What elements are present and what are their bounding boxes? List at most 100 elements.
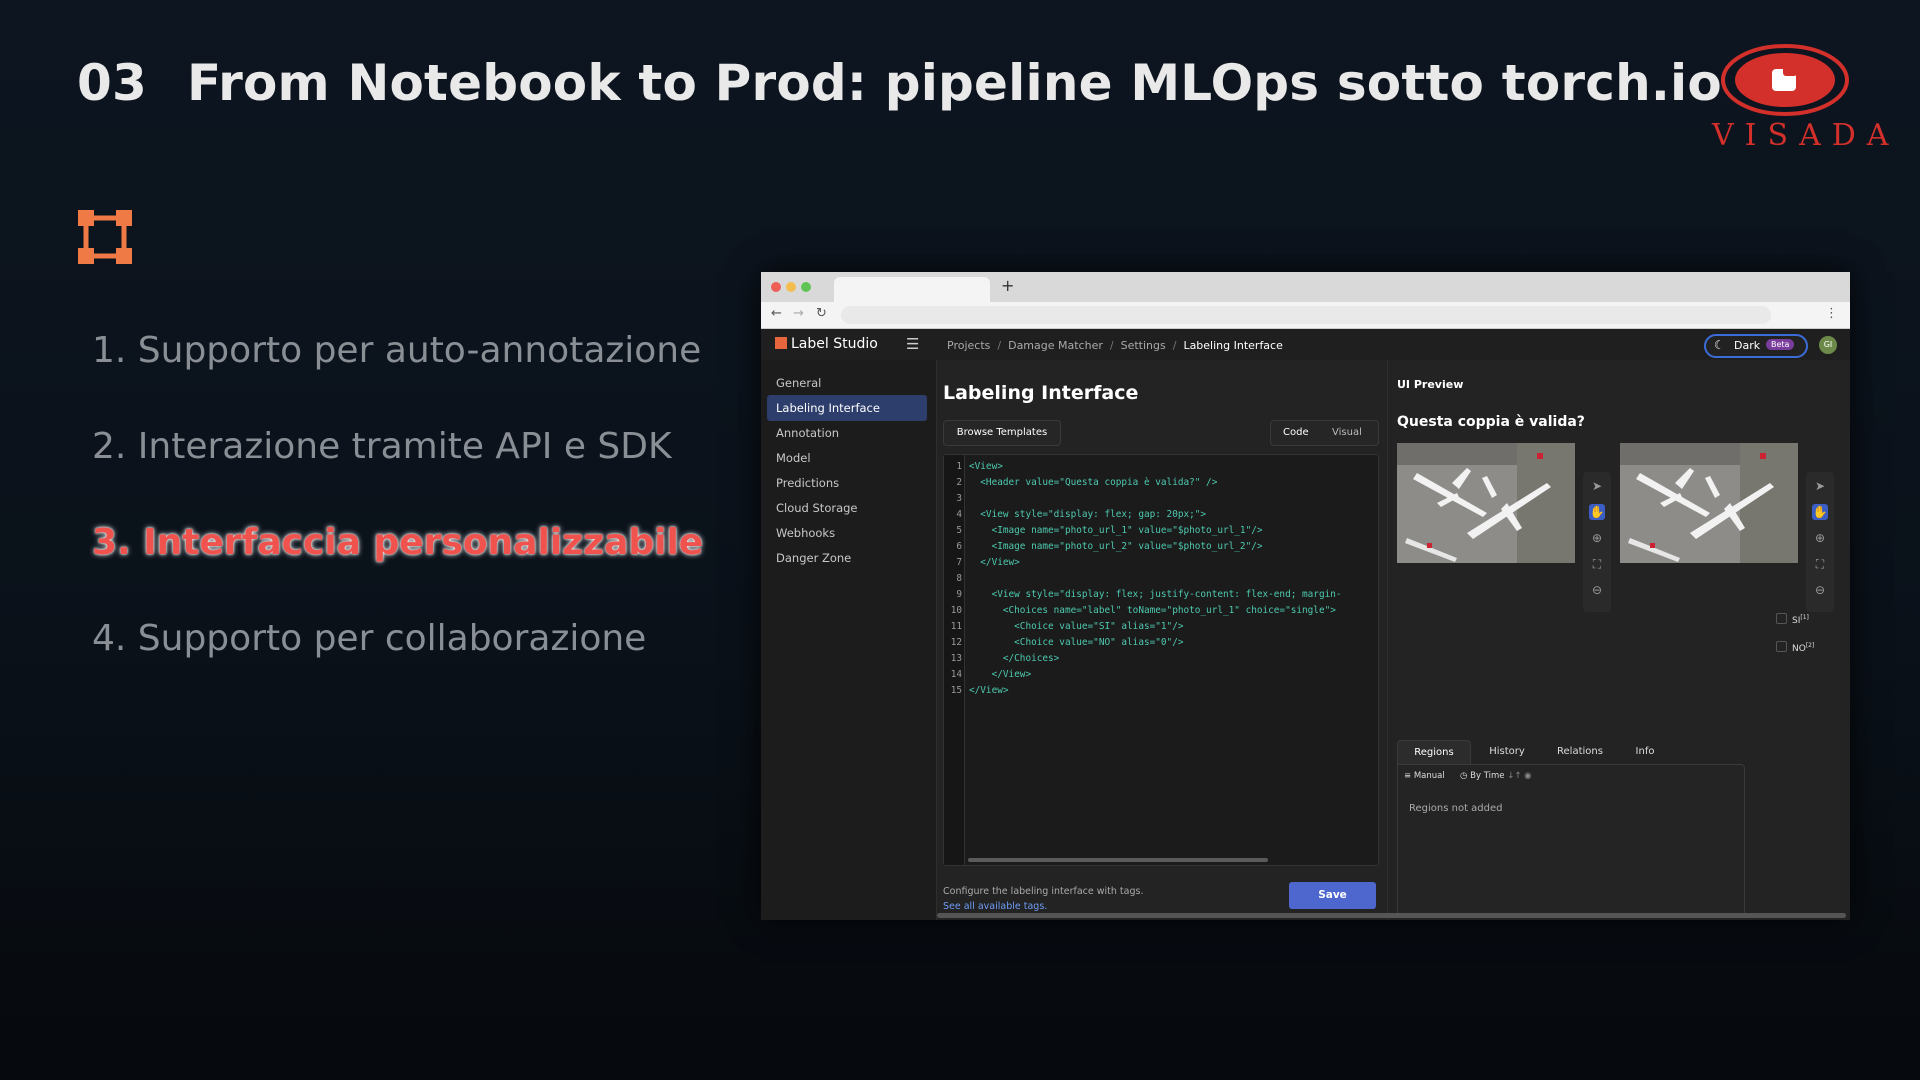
minimize-window-dot[interactable] bbox=[786, 282, 796, 292]
fit-screen-icon[interactable]: ⛶ bbox=[1589, 556, 1605, 572]
save-button[interactable]: Save bbox=[1289, 882, 1376, 909]
bullet-auto-annotation: 1. Supporto per auto-annotazione bbox=[92, 330, 702, 371]
regions-panel: ≡ Manual ◷ By Time ↓↑ ◉ Regions not adde… bbox=[1397, 764, 1745, 916]
zoom-in-icon[interactable]: ⊕ bbox=[1812, 530, 1828, 546]
menu-icon[interactable]: ☰ bbox=[906, 335, 919, 353]
clock-icon: ◷ bbox=[1460, 771, 1471, 781]
code-line: 8 bbox=[956, 573, 962, 584]
airport-image-1[interactable] bbox=[1397, 443, 1575, 563]
breadcrumb-projects[interactable]: Projects bbox=[947, 339, 990, 352]
code-line: 6 <Image name="photo_url_2" value="$phot… bbox=[956, 541, 1263, 552]
tab-code[interactable]: Code bbox=[1283, 421, 1309, 445]
new-tab-button[interactable]: + bbox=[1001, 276, 1014, 295]
pointer-icon[interactable]: ➤ bbox=[1812, 478, 1828, 494]
config-hint: Configure the labeling interface with ta… bbox=[943, 886, 1144, 897]
page-scrollbar[interactable] bbox=[937, 913, 1846, 918]
browser-tabbar: + bbox=[761, 272, 1850, 302]
filter-by-time[interactable]: ◷ By Time ↓↑ ◉ bbox=[1460, 771, 1532, 781]
label-studio-logo-icon bbox=[775, 337, 787, 349]
forward-icon[interactable]: → bbox=[793, 306, 804, 321]
breadcrumb-settings[interactable]: Settings bbox=[1121, 339, 1166, 352]
choice-si[interactable]: SI[1] bbox=[1776, 613, 1809, 626]
list-icon: ≡ bbox=[1404, 771, 1414, 781]
sidebar-item-predictions[interactable]: Predictions bbox=[767, 470, 927, 496]
main-content: Labeling Interface Browse Templates Code… bbox=[937, 360, 1850, 920]
app-brand[interactable]: Label Studio bbox=[775, 336, 878, 352]
choice-no[interactable]: NO[2] bbox=[1776, 641, 1814, 654]
image-tools-1: ➤ ✋ ⊕ ⛶ ⊖ bbox=[1583, 472, 1611, 612]
available-tags-link[interactable]: See all available tags. bbox=[943, 901, 1047, 912]
theme-toggle[interactable]: ☾ Dark Beta bbox=[1704, 334, 1808, 358]
code-line: 12 <Choice value="NO" alias="0"/> bbox=[950, 637, 1184, 648]
sort-icon[interactable]: ↓↑ bbox=[1507, 771, 1521, 781]
tab-relations[interactable]: Relations bbox=[1545, 740, 1615, 764]
hotkey-label: [1] bbox=[1800, 614, 1809, 621]
browser-tab[interactable] bbox=[834, 277, 990, 302]
tab-regions[interactable]: Regions bbox=[1397, 740, 1471, 765]
image-tools-2: ➤ ✋ ⊕ ⛶ ⊖ bbox=[1806, 472, 1834, 612]
bounding-box-icon bbox=[78, 210, 132, 264]
checkbox[interactable] bbox=[1776, 613, 1787, 624]
zoom-in-icon[interactable]: ⊕ bbox=[1589, 530, 1605, 546]
sidebar-item-danger-zone[interactable]: Danger Zone bbox=[767, 545, 927, 571]
browser-window: + ← → ↻ ⋮ Label Studio ☰ Projects / Damage… bbox=[761, 272, 1850, 920]
sidebar-item-labeling-interface[interactable]: Labeling Interface bbox=[767, 395, 927, 421]
checkbox[interactable] bbox=[1776, 641, 1787, 652]
sidebar-item-webhooks[interactable]: Webhooks bbox=[767, 520, 927, 546]
preview-question: Questa coppia è valida? bbox=[1397, 414, 1585, 430]
back-icon[interactable]: ← bbox=[771, 306, 782, 321]
code-editor[interactable]: 1 <View> 2 <Header value="Questa coppia è… bbox=[943, 454, 1379, 866]
settings-sidebar: General Labeling Interface Annotation Mo… bbox=[761, 360, 937, 920]
hotkey-label: [2] bbox=[1805, 642, 1815, 649]
reload-icon[interactable]: ↻ bbox=[816, 306, 827, 321]
breadcrumb-project[interactable]: Damage Matcher bbox=[1008, 339, 1103, 352]
logo-text: VISADA bbox=[1712, 118, 1900, 153]
moon-icon: ☾ bbox=[1714, 338, 1725, 352]
code-visual-toggle: Code Visual bbox=[1270, 420, 1379, 446]
code-line: 5 <Image name="photo_url_1" value="$phot… bbox=[956, 525, 1263, 536]
breadcrumb-current: Labeling Interface bbox=[1183, 339, 1283, 352]
zoom-out-icon[interactable]: ⊖ bbox=[1589, 582, 1605, 598]
browser-menu-icon[interactable]: ⋮ bbox=[1825, 306, 1838, 321]
code-line: 7 </View> bbox=[956, 557, 1020, 568]
editor-scrollbar[interactable] bbox=[968, 858, 1268, 862]
pan-hand-icon[interactable]: ✋ bbox=[1812, 504, 1828, 520]
pan-hand-icon[interactable]: ✋ bbox=[1589, 504, 1605, 520]
beta-badge: Beta bbox=[1766, 339, 1795, 350]
sidebar-item-general[interactable]: General bbox=[767, 370, 927, 396]
tab-info[interactable]: Info bbox=[1625, 740, 1665, 764]
theme-label: Dark bbox=[1734, 339, 1761, 352]
maximize-window-dot[interactable] bbox=[801, 282, 811, 292]
code-line: 10 <Choices name="label" toName="photo_u… bbox=[950, 605, 1336, 616]
address-bar[interactable] bbox=[841, 306, 1771, 324]
tab-history[interactable]: History bbox=[1477, 740, 1537, 764]
browse-templates-button[interactable]: Browse Templates bbox=[943, 420, 1061, 446]
panel-tabs: Regions History Relations Info bbox=[1397, 740, 1727, 765]
code-line: 11 <Choice value="SI" alias="1"/> bbox=[950, 621, 1184, 632]
app-header: Label Studio ☰ Projects / Damage Matcher / S… bbox=[761, 329, 1850, 362]
ui-preview-panel: UI Preview Questa coppia è valida? ➤ ✋ ⊕… bbox=[1387, 360, 1850, 920]
sidebar-item-annotation[interactable]: Annotation bbox=[767, 420, 927, 446]
zoom-out-icon[interactable]: ⊖ bbox=[1812, 582, 1828, 598]
filter-manual[interactable]: ≡ Manual bbox=[1404, 771, 1445, 781]
preview-title: UI Preview bbox=[1397, 378, 1464, 391]
code-line: 9 <View style="display: flex; justify-co… bbox=[956, 589, 1342, 600]
airport-image-2[interactable] bbox=[1620, 443, 1798, 563]
bullet-custom-interface: 3. Interfaccia personalizzabile bbox=[92, 522, 704, 563]
slide-number: 03 bbox=[77, 54, 147, 112]
fit-screen-icon[interactable]: ⛶ bbox=[1812, 556, 1828, 572]
page-title: Labeling Interface bbox=[943, 382, 1139, 404]
sidebar-item-model[interactable]: Model bbox=[767, 445, 927, 471]
code-line: 15 </View> bbox=[950, 685, 1009, 696]
close-window-dot[interactable] bbox=[771, 282, 781, 292]
browser-toolbar: ← → ↻ ⋮ bbox=[761, 302, 1850, 329]
brand-name: Label Studio bbox=[791, 336, 878, 352]
eye-icon[interactable]: ◉ bbox=[1524, 771, 1531, 781]
pointer-icon[interactable]: ➤ bbox=[1589, 478, 1605, 494]
tab-visual[interactable]: Visual bbox=[1332, 421, 1362, 445]
code-line: 1 <View> bbox=[956, 461, 1003, 472]
breadcrumb: Projects / Damage Matcher / Settings / Labelin… bbox=[947, 339, 1283, 352]
avatar[interactable]: GI bbox=[1819, 336, 1837, 354]
slide-title-text: From Notebook to Prod: pipeline MLOps so… bbox=[186, 54, 1722, 112]
sidebar-item-cloud-storage[interactable]: Cloud Storage bbox=[767, 495, 927, 521]
